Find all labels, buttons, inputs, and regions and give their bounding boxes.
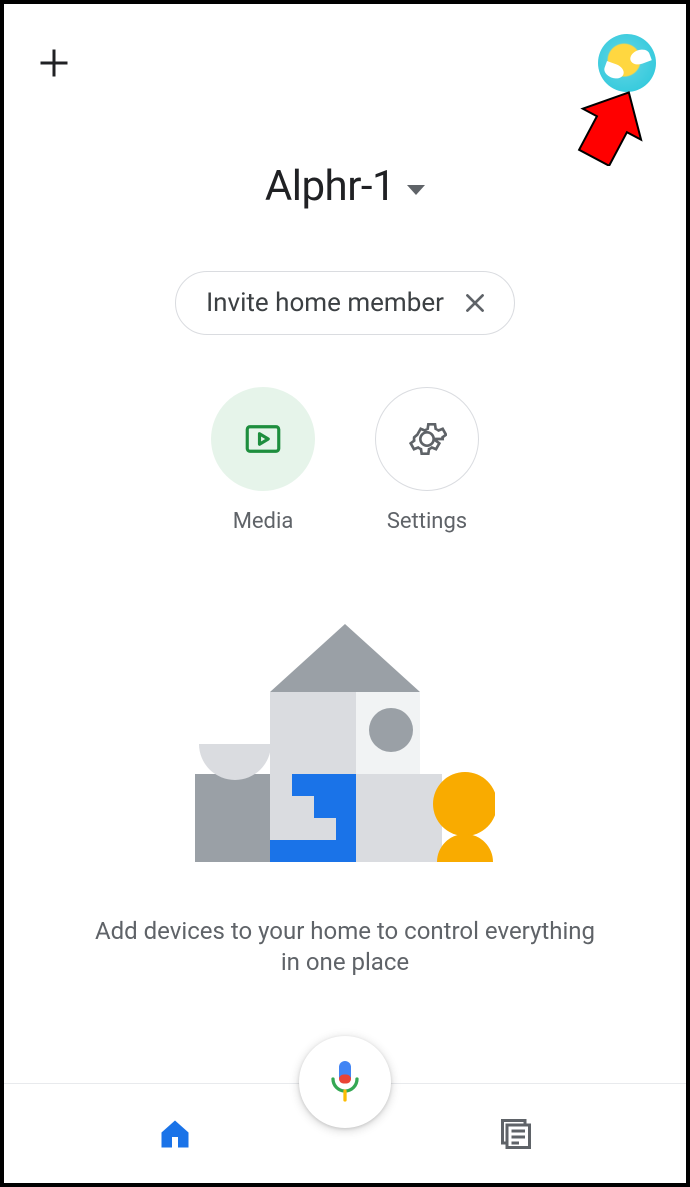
settings-circle: [375, 387, 479, 491]
microphone-icon: [327, 1059, 363, 1105]
voice-assistant-button[interactable]: [299, 1036, 391, 1128]
chevron-down-icon: [407, 185, 425, 195]
quick-actions-row: Media Settings: [4, 387, 686, 534]
media-label: Media: [233, 509, 294, 534]
add-button[interactable]: [34, 43, 74, 83]
settings-action[interactable]: Settings: [375, 387, 479, 534]
invite-home-member-chip[interactable]: Invite home member: [175, 271, 515, 335]
plus-icon: [36, 45, 72, 81]
home-selector[interactable]: Alphr-1: [4, 162, 686, 211]
home-icon: [157, 1116, 193, 1152]
play-icon: [242, 418, 284, 460]
nav-feed-tab[interactable]: [345, 1084, 686, 1183]
dismiss-invite-button[interactable]: [462, 290, 488, 316]
nav-home-tab[interactable]: [4, 1084, 345, 1183]
gear-icon: [407, 419, 447, 459]
app-header: [4, 4, 686, 92]
settings-label: Settings: [387, 509, 467, 534]
media-circle: [211, 387, 315, 491]
empty-state-illustration: [195, 624, 495, 864]
home-name-label: Alphr-1: [265, 162, 395, 211]
close-icon: [462, 290, 488, 316]
invite-label: Invite home member: [206, 288, 444, 318]
media-action[interactable]: Media: [211, 387, 315, 534]
empty-state-message: Add devices to your home to control ever…: [4, 916, 686, 978]
profile-avatar[interactable]: [598, 34, 656, 92]
feed-icon: [498, 1116, 534, 1152]
annotation-arrow: [576, 86, 646, 166]
